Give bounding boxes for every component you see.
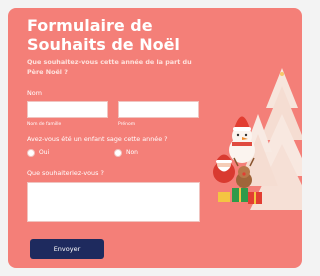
wish-label: Que souhaiteriez-vous ? bbox=[27, 169, 104, 177]
submit-button[interactable]: Envoyer bbox=[30, 239, 104, 259]
good-child-question: Avez-vous été un enfant sage cette année… bbox=[27, 135, 168, 143]
christmas-illustration bbox=[213, 68, 302, 210]
snowman-icon bbox=[229, 116, 255, 163]
last-name-input[interactable] bbox=[118, 101, 199, 118]
form-subtitle: Que souhaitez-vous cette année de la par… bbox=[27, 58, 192, 76]
last-name-sublabel: Prénom bbox=[118, 122, 136, 127]
gift-box-icon bbox=[218, 188, 262, 204]
first-name-sublabel: Nom de famille bbox=[27, 122, 62, 127]
first-name-input[interactable] bbox=[27, 101, 108, 118]
wish-textarea[interactable] bbox=[27, 182, 200, 222]
radio-no[interactable] bbox=[114, 149, 122, 157]
form-title: Formulaire de Souhaits de Noël bbox=[27, 16, 180, 54]
radio-no-label: Non bbox=[126, 149, 138, 156]
name-label: Nom bbox=[27, 89, 42, 97]
radio-yes[interactable] bbox=[27, 149, 35, 157]
santa-claus-icon bbox=[213, 154, 235, 183]
wish-form-card: Formulaire de Souhaits de Noël Que souha… bbox=[8, 8, 302, 268]
radio-yes-label: Oui bbox=[39, 149, 50, 156]
